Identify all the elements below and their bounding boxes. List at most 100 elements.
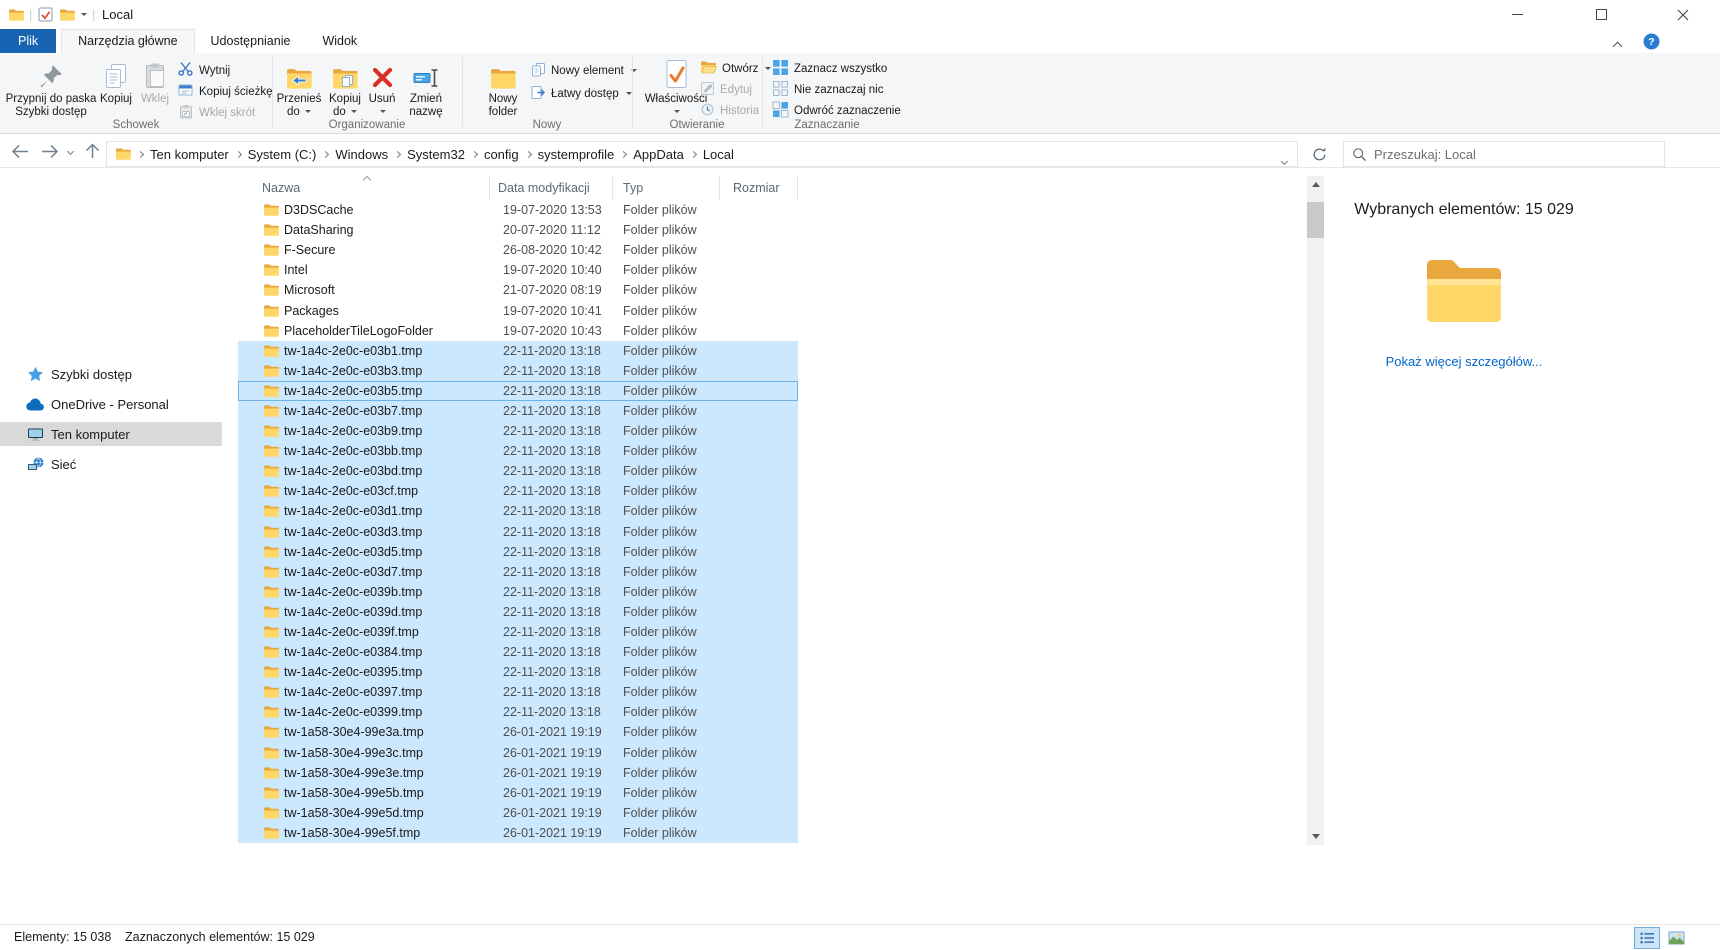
breadcrumb-segment[interactable]: systemprofile [538, 147, 615, 162]
select-none-button[interactable]: Nie zaznaczaj nic [772, 80, 883, 99]
search-box[interactable] [1343, 141, 1665, 167]
table-row[interactable]: PlaceholderTileLogoFolder 19-07-2020 10:… [238, 321, 798, 341]
column-header-3[interactable]: Rozmiar [720, 176, 798, 200]
table-row[interactable]: tw-1a4c-2e0c-e0399.tmp 22-11-2020 13:18 … [238, 702, 798, 722]
breadcrumb-segment[interactable]: AppData [633, 147, 684, 162]
table-row[interactable]: tw-1a4c-2e0c-e039d.tmp 22-11-2020 13:18 … [238, 602, 798, 622]
breadcrumb-separator-icon[interactable] [322, 150, 329, 157]
table-row[interactable]: tw-1a4c-2e0c-e03d7.tmp 22-11-2020 13:18 … [238, 562, 798, 582]
breadcrumb-separator-icon[interactable] [235, 150, 242, 157]
table-row[interactable]: tw-1a58-30e4-99e5f.tmp 26-01-2021 19:19 … [238, 823, 798, 843]
table-row[interactable]: tw-1a4c-2e0c-e03d5.tmp 22-11-2020 13:18 … [238, 542, 798, 562]
breadcrumb-segment[interactable]: config [484, 147, 519, 162]
search-input[interactable] [1374, 147, 1656, 162]
table-row[interactable]: tw-1a58-30e4-99e3e.tmp 26-01-2021 19:19 … [238, 763, 798, 783]
table-row[interactable]: tw-1a4c-2e0c-e0384.tmp 22-11-2020 13:18 … [238, 642, 798, 662]
quick-access-properties-icon[interactable] [38, 0, 53, 29]
table-row[interactable]: tw-1a4c-2e0c-e03b5.tmp 22-11-2020 13:18 … [238, 381, 798, 401]
scrollbar-thumb[interactable] [1307, 202, 1324, 238]
vertical-scrollbar[interactable] [1307, 176, 1324, 845]
copy-path-button[interactable]: Kopiuj ścieżkę [178, 82, 273, 101]
copy-button[interactable]: Kopiuj [97, 56, 135, 106]
delete-button[interactable]: Usuń [364, 56, 400, 118]
breadcrumb-segment[interactable]: System (C:) [248, 147, 317, 162]
breadcrumb-segment[interactable]: System32 [407, 147, 465, 162]
table-row[interactable]: tw-1a4c-2e0c-e039b.tmp 22-11-2020 13:18 … [238, 582, 798, 602]
quick-access-newfolder-icon[interactable] [59, 0, 75, 29]
table-row[interactable]: Packages 19-07-2020 10:41 Folder plików [238, 300, 798, 320]
details-view-button[interactable] [1634, 927, 1660, 949]
table-row[interactable]: tw-1a58-30e4-99e3a.tmp 26-01-2021 19:19 … [238, 722, 798, 742]
breadcrumb-separator-icon[interactable] [471, 150, 478, 157]
breadcrumb[interactable]: Ten komputer System (C:) Windows System32 co… [106, 141, 1298, 167]
collapse-ribbon-icon[interactable] [1614, 37, 1628, 47]
paste-button[interactable]: Wklej [137, 56, 173, 106]
table-row[interactable]: F-Secure 26-08-2020 10:42 Folder plików [238, 240, 798, 260]
history-button[interactable]: Historia [700, 101, 759, 120]
column-header-1[interactable]: Data modyfikacji [490, 176, 613, 200]
new-item-button[interactable]: Nowy element [530, 61, 637, 80]
table-row[interactable]: Microsoft 21-07-2020 08:19 Folder plików [238, 280, 798, 300]
table-row[interactable]: tw-1a4c-2e0c-e03bd.tmp 22-11-2020 13:18 … [238, 461, 798, 481]
minimize-button[interactable] [1494, 0, 1540, 29]
show-more-details-link[interactable]: Pokaż więcej szczegółów... [1386, 354, 1543, 369]
easy-access-button[interactable]: Łatwy dostęp [530, 84, 632, 103]
move-to-button[interactable]: Przenieśdo [276, 56, 322, 118]
breadcrumb-separator-icon[interactable] [525, 150, 532, 157]
table-row[interactable]: tw-1a4c-2e0c-e03d3.tmp 22-11-2020 13:18 … [238, 522, 798, 542]
maximize-button[interactable] [1578, 0, 1624, 29]
table-row[interactable]: Intel 19-07-2020 10:40 Folder plików [238, 260, 798, 280]
scroll-up-icon[interactable] [1307, 176, 1324, 193]
rename-button[interactable]: Zmieńnazwę [400, 56, 452, 118]
thumbnail-view-button[interactable] [1663, 927, 1689, 949]
tab-widok[interactable]: Widok [306, 29, 373, 53]
table-row[interactable]: DataSharing 20-07-2020 11:12 Folder plik… [238, 220, 798, 240]
breadcrumb-segment[interactable]: Windows [335, 147, 388, 162]
table-row[interactable]: tw-1a4c-2e0c-e03bb.tmp 22-11-2020 13:18 … [238, 441, 798, 461]
breadcrumb-segment[interactable]: Ten komputer [150, 147, 229, 162]
table-row[interactable]: tw-1a4c-2e0c-e03b9.tmp 22-11-2020 13:18 … [238, 421, 798, 441]
tab-udostępnianie[interactable]: Udostępnianie [195, 29, 307, 53]
breadcrumb-segment[interactable]: Local [703, 147, 734, 162]
table-row[interactable]: tw-1a4c-2e0c-e03cf.tmp 22-11-2020 13:18 … [238, 481, 798, 501]
quick-access-toolbar-caret[interactable] [79, 0, 87, 29]
cut-button[interactable]: Wytnij [178, 61, 230, 80]
table-row[interactable]: tw-1a58-30e4-99e5d.tmp 26-01-2021 19:19 … [238, 803, 798, 823]
tab-plik[interactable]: Plik [0, 29, 56, 53]
recent-locations-caret[interactable] [62, 140, 78, 162]
sidebar-item-cloud[interactable]: OneDrive - Personal [0, 392, 222, 416]
sidebar-item-star[interactable]: Szybki dostęp [0, 362, 222, 386]
open-button[interactable]: Otwórz [700, 59, 771, 78]
pin-to-quick-access-button[interactable]: Przypnij do paskaSzybki dostęp [4, 56, 98, 118]
breadcrumb-separator-icon[interactable] [620, 150, 627, 157]
select-all-button[interactable]: Zaznacz wszystko [772, 59, 887, 78]
back-button[interactable] [8, 140, 32, 162]
table-row[interactable]: tw-1a4c-2e0c-e0395.tmp 22-11-2020 13:18 … [238, 662, 798, 682]
new-folder-button[interactable]: Nowyfolder [480, 56, 526, 118]
table-row[interactable]: tw-1a58-30e4-99e3c.tmp 26-01-2021 19:19 … [238, 743, 798, 763]
invert-selection-button[interactable]: Odwróć zaznaczenie [772, 101, 901, 120]
breadcrumb-separator-icon[interactable] [137, 150, 144, 157]
close-button[interactable] [1660, 0, 1706, 29]
table-row[interactable]: tw-1a4c-2e0c-e0397.tmp 22-11-2020 13:18 … [238, 682, 798, 702]
column-header-2[interactable]: Typ [613, 176, 720, 200]
breadcrumb-separator-icon[interactable] [690, 150, 697, 157]
table-row[interactable]: tw-1a4c-2e0c-e039f.tmp 22-11-2020 13:18 … [238, 622, 798, 642]
help-icon[interactable]: ? [1643, 33, 1660, 55]
table-row[interactable]: tw-1a4c-2e0c-e03d1.tmp 22-11-2020 13:18 … [238, 501, 798, 521]
up-button[interactable] [80, 140, 104, 162]
sidebar-item-computer[interactable]: Ten komputer [0, 422, 222, 446]
table-row[interactable]: tw-1a4c-2e0c-e03b7.tmp 22-11-2020 13:18 … [238, 401, 798, 421]
table-row[interactable]: tw-1a4c-2e0c-e03b1.tmp 22-11-2020 13:18 … [238, 341, 798, 361]
tab-narzędzia-główne[interactable]: Narzędzia główne [61, 29, 194, 53]
sidebar-item-network[interactable]: Sieć [0, 452, 222, 476]
address-dropdown-caret[interactable] [1282, 152, 1287, 167]
breadcrumb-separator-icon[interactable] [394, 150, 401, 157]
refresh-button[interactable] [1306, 141, 1332, 167]
edit-button[interactable]: Edytuj [700, 80, 752, 99]
table-row[interactable]: tw-1a58-30e4-99e5b.tmp 26-01-2021 19:19 … [238, 783, 798, 803]
table-row[interactable]: D3DSCache 19-07-2020 13:53 Folder plików [238, 200, 798, 220]
copy-to-button[interactable]: Kopiujdo [324, 56, 366, 118]
forward-button[interactable] [38, 140, 62, 162]
table-row[interactable]: tw-1a4c-2e0c-e03b3.tmp 22-11-2020 13:18 … [238, 361, 798, 381]
